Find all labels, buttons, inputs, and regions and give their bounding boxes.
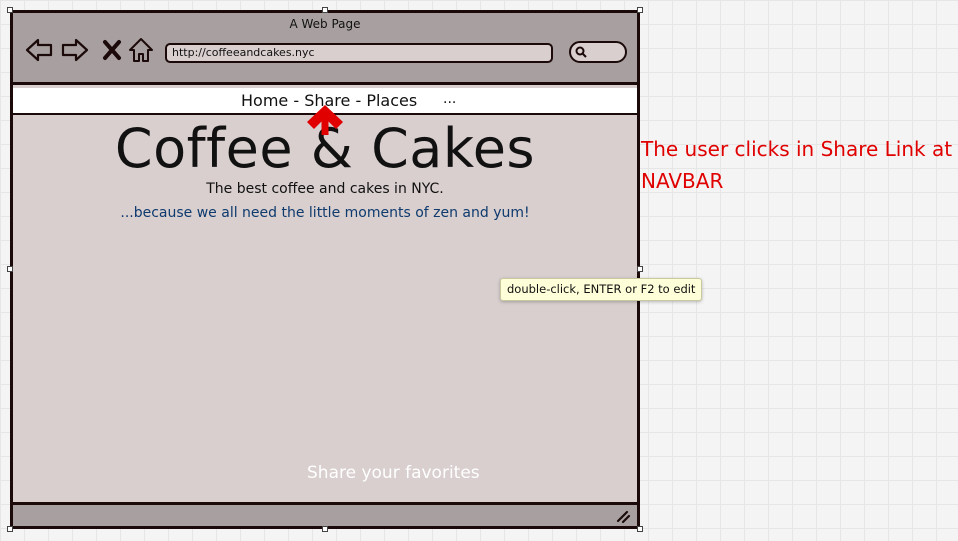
back-arrow-icon[interactable]: [25, 37, 53, 63]
window-title: A Web Page: [289, 17, 361, 31]
browser-statusbar: [13, 502, 637, 526]
nav-link-home[interactable]: Home: [241, 91, 288, 110]
search-icon: [575, 46, 587, 58]
selection-handle[interactable]: [7, 266, 13, 272]
browser-titlebar: A Web Page http://coffeeandcakes.nyc: [13, 13, 637, 85]
home-icon[interactable]: [127, 37, 155, 63]
browser-window-mockup: A Web Page http://coffeeandcakes.nyc Hom…: [10, 10, 640, 529]
url-field[interactable]: http://coffeeandcakes.nyc: [165, 43, 553, 63]
forward-arrow-icon[interactable]: [61, 37, 89, 63]
selection-handle[interactable]: [637, 7, 643, 13]
nav-separator: -: [350, 91, 367, 110]
nav-link-places[interactable]: Places: [366, 91, 417, 110]
selection-handle[interactable]: [7, 526, 13, 532]
resize-grip-icon[interactable]: [615, 508, 631, 524]
site-subline: ...because we all need the little moment…: [120, 205, 530, 221]
selection-handle[interactable]: [637, 526, 643, 532]
close-icon[interactable]: [101, 37, 123, 63]
search-field[interactable]: [569, 41, 627, 63]
selection-handle[interactable]: [322, 7, 328, 13]
click-indicator-arrow-icon: [307, 105, 343, 135]
selection-handle[interactable]: [322, 526, 328, 532]
selection-handle[interactable]: [637, 266, 643, 272]
nav-more-link[interactable]: ...: [443, 91, 456, 107]
edit-tooltip: double-click, ENTER or F2 to edit: [500, 278, 703, 301]
nav-separator: -: [288, 91, 305, 110]
annotation-note: The user clicks in Share Link at NAVBAR: [641, 137, 953, 193]
share-favorites-text: Share your favorites: [307, 463, 480, 483]
selection-handle[interactable]: [7, 7, 13, 13]
site-tagline: The best coffee and cakes in NYC.: [206, 181, 444, 197]
